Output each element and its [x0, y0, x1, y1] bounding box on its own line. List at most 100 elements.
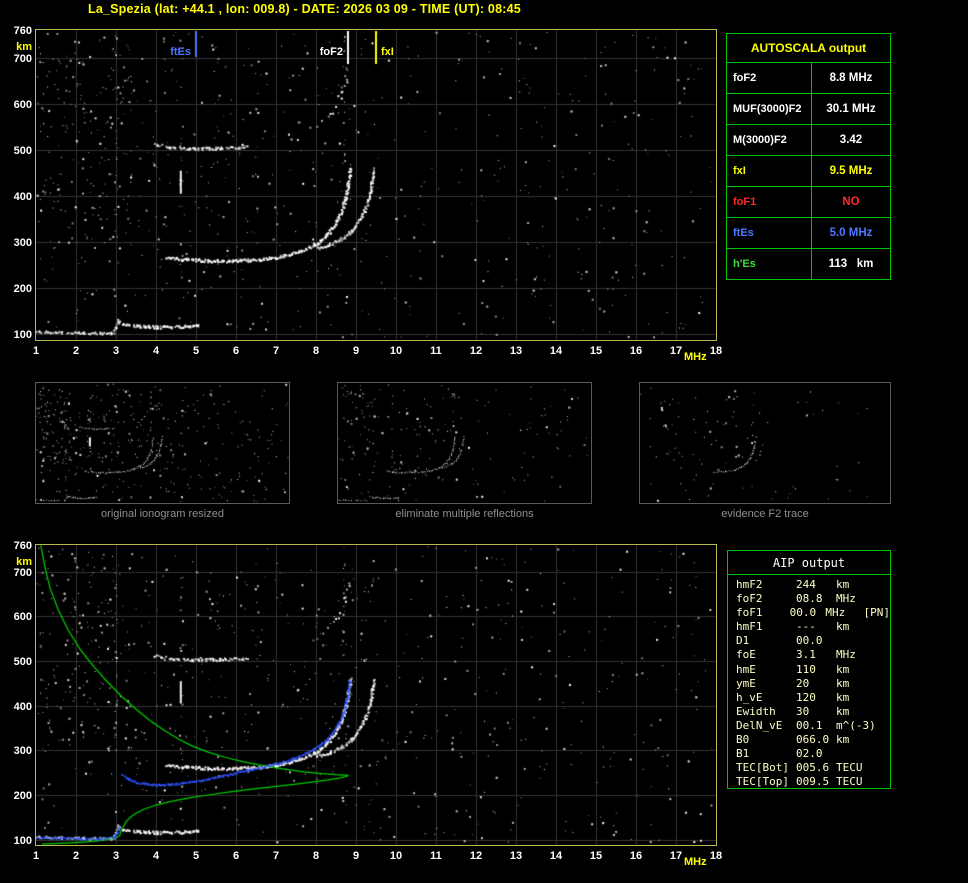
aip-param-unit: km	[836, 676, 850, 690]
aip-param-name: hmF1	[736, 620, 763, 634]
x-tick-label-2-top: 2	[72, 345, 80, 357]
aip-param-unit: km	[836, 620, 850, 634]
x-tick-label-13-bottom: 13	[509, 850, 523, 862]
x-tick-label-1-bottom: 1	[32, 850, 40, 862]
autoscala-param-label: M(3000)F2	[727, 125, 812, 155]
autoscala-screen: La_Spezia (lat: +44.1 , lon: 009.8) - DA…	[0, 0, 968, 883]
x-tick-label-2-bottom: 2	[72, 850, 80, 862]
y-tick-label-500-top: 500	[13, 144, 32, 157]
aip-param-name: foF2	[736, 592, 763, 606]
autoscala-row-M(3000)F2: M(3000)F2 3.42	[727, 124, 890, 155]
autoscala-param-value: NO	[842, 196, 860, 208]
autoscala-param-label: fxI	[727, 156, 812, 186]
aip-param-value: 30	[796, 704, 810, 718]
aip-row-B0: B0 066.0 km	[736, 733, 890, 747]
x-tick-label-7-bottom: 7	[272, 850, 280, 862]
autoscala-panel-title: AUTOSCALA output	[750, 41, 867, 55]
y-tick-label-760-top: 760	[13, 25, 32, 37]
autoscala-output-panel: AUTOSCALA output foF2 8.8 MHz MUF(3000)F2 3…	[726, 33, 891, 280]
x-tick-label-5-bottom: 5	[192, 850, 200, 862]
y-tick-label-500-bottom: 500	[13, 656, 32, 669]
autoscala-param-label: ftEs	[727, 218, 812, 248]
x-tick-label-3-bottom: 3	[112, 850, 120, 862]
aip-param-unit: MHz	[836, 592, 856, 606]
aip-param-name: B0	[736, 733, 750, 747]
x-tick-label-4-bottom: 4	[152, 850, 160, 862]
aip-param-extra: [PN]	[863, 606, 891, 620]
aip-param-name: TEC[Top]	[736, 775, 789, 789]
aip-param-value: 009.5	[796, 775, 830, 789]
autoscala-row-ftEs: ftEs 5.0 MHz	[727, 217, 890, 248]
x-tick-label-9-bottom: 9	[352, 850, 360, 862]
aip-param-name: ymE	[736, 676, 756, 690]
aip-param-name: foF1	[736, 606, 763, 620]
top-ionogram-frame	[35, 29, 717, 341]
x-tick-label-11-bottom: 11	[430, 850, 442, 862]
autoscala-param-value: 9.5 MHz	[829, 165, 873, 177]
aip-param-value: 3.1	[796, 648, 816, 662]
aip-param-name: h_vE	[736, 690, 763, 704]
y-tick-label-700-top: 700	[13, 52, 32, 65]
aip-param-unit: m^(-3)	[836, 718, 876, 732]
x-tick-label-4-top: 4	[152, 345, 160, 357]
autoscala-row-MUF(3000)F2: MUF(3000)F2 30.1 MHz	[727, 93, 890, 124]
aip-param-value: 005.6	[796, 761, 830, 775]
x-tick-label-10-bottom: 10	[389, 850, 403, 862]
aip-row-D1: D1 00.0	[736, 634, 890, 648]
aip-param-value: 02.0	[796, 747, 823, 761]
autoscala-param-label: foF2	[727, 63, 812, 93]
aip-param-name: hmE	[736, 662, 756, 676]
aip-row-TEC[Bot]: TEC[Bot] 005.6 TECU	[736, 761, 890, 775]
aip-param-value: 066.0	[796, 733, 830, 747]
aip-param-unit: km	[836, 578, 850, 591]
y-tick-label-300-bottom: 300	[13, 745, 32, 758]
autoscala-row-foF1: foF1 NO	[727, 186, 890, 217]
y-tick-label-400-bottom: 400	[13, 700, 32, 713]
x-tick-label-10-top: 10	[389, 345, 403, 357]
x-tick-label-6-top: 6	[232, 345, 240, 357]
aip-row-hmE: hmE 110 km	[736, 663, 890, 677]
autoscala-param-value: 113 km	[828, 258, 874, 270]
x-tick-label-12-top: 12	[469, 345, 483, 357]
aip-param-unit: km	[836, 704, 850, 718]
aip-row-DelN_vE: DelN_vE 00.1 m^(-3)	[736, 719, 890, 733]
x-tick-label-16-bottom: 16	[629, 850, 643, 862]
y-tick-label-700-bottom: 700	[13, 566, 32, 579]
y-tick-label-100-top: 100	[13, 329, 32, 342]
aip-param-value: 08.8	[796, 592, 823, 606]
aip-param-unit: MHz	[836, 648, 856, 662]
x-axis-unit-bottom: MHz	[684, 856, 707, 868]
y-tick-label-600-bottom: 600	[13, 611, 32, 624]
autoscala-rows: foF2 8.8 MHz MUF(3000)F2 30.1 MHz M(3000)F2 3…	[727, 62, 890, 279]
x-tick-label-9-top: 9	[352, 345, 360, 357]
x-tick-label-13-top: 13	[509, 345, 523, 357]
aip-param-name: B1	[736, 747, 750, 761]
y-tick-label-400-top: 400	[13, 191, 32, 204]
x-tick-label-5-top: 5	[192, 345, 200, 357]
aip-param-unit	[836, 634, 872, 648]
aip-row-foE: foE 3.1 MHz	[736, 648, 890, 662]
x-tick-label-6-bottom: 6	[232, 850, 240, 862]
aip-param-unit: MHz	[825, 606, 846, 620]
aip-param-unit: km	[836, 662, 850, 676]
aip-param-value: 20	[796, 676, 810, 690]
aip-param-value: 244	[796, 578, 816, 591]
thumbnail-evidence-f2-trace	[639, 382, 891, 504]
x-tick-label-15-bottom: 15	[589, 850, 603, 862]
aip-param-name: Ewidth	[736, 704, 776, 718]
aip-row-foF2: foF2 08.8 MHz	[736, 592, 890, 606]
bottom-ionogram-frame	[35, 544, 717, 846]
x-tick-label-3-top: 3	[112, 345, 120, 357]
aip-param-value: 00.1	[796, 718, 823, 732]
aip-param-unit: km	[836, 733, 850, 747]
aip-row-ymE: ymE 20 km	[736, 677, 890, 691]
aip-row-B1: B1 02.0	[736, 747, 890, 761]
y-axis-unit-bottom: km	[16, 556, 32, 568]
autoscala-param-value: 5.0 MHz	[829, 227, 873, 239]
x-tick-label-1-top: 1	[32, 345, 40, 357]
autoscala-param-value: 30.1 MHz	[826, 103, 876, 115]
aip-output-panel: AIP output hmF2 244 km foF2 08.8 MHz foF1 00.0 M…	[727, 550, 891, 789]
x-tick-label-12-bottom: 12	[469, 850, 483, 862]
x-axis-unit-top: MHz	[684, 351, 707, 363]
marker-label-ftEs: ftEs	[170, 46, 191, 58]
